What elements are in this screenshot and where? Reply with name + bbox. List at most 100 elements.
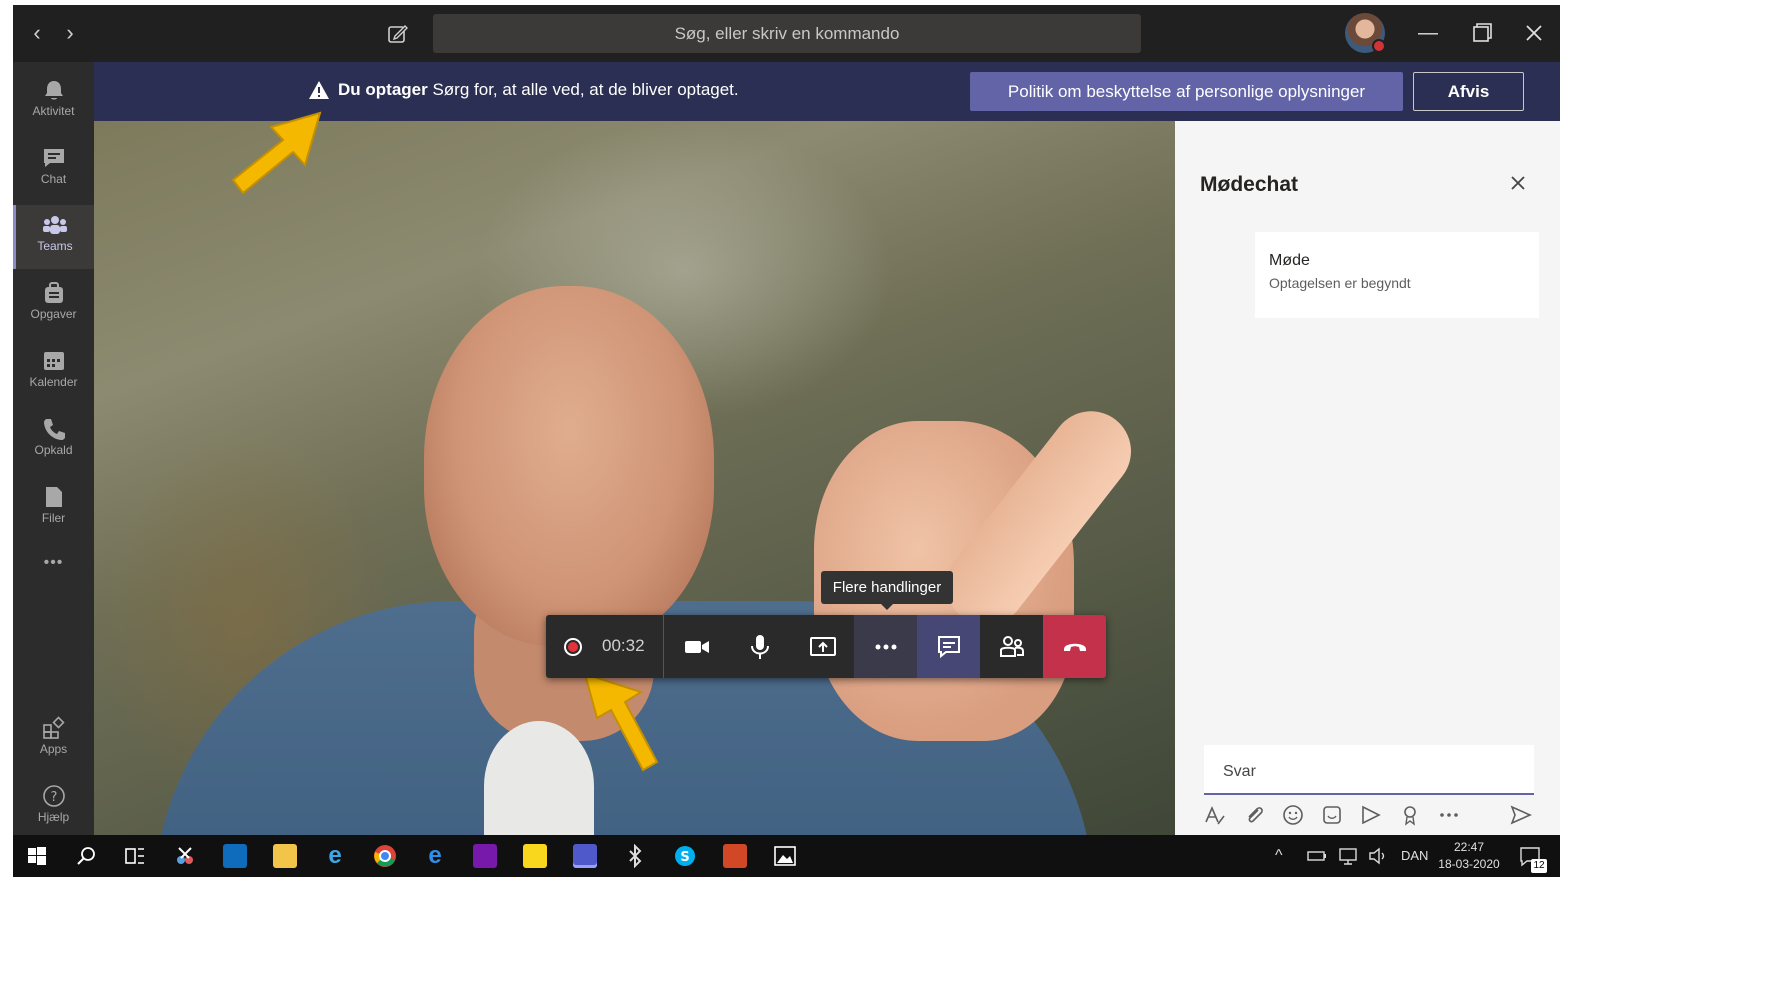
briefcase-icon	[44, 282, 63, 303]
windows-taskbar: e e S ^ DAN 22:47 18-03-2020 12	[13, 835, 1560, 877]
annotation-arrow-icon	[583, 672, 659, 772]
dismiss-button[interactable]: Afvis	[1413, 72, 1524, 111]
meet-now-icon[interactable]	[1360, 804, 1382, 826]
close-window-icon[interactable]	[1516, 17, 1552, 49]
meeting-chat-panel: Mødechat Møde Optagelsen er begyndt Svar	[1175, 121, 1560, 835]
camera-icon	[685, 641, 709, 653]
attach-icon[interactable]	[1243, 804, 1265, 826]
rail-item-apps[interactable]: Apps	[13, 708, 94, 772]
input-language[interactable]: DAN	[1401, 848, 1428, 863]
microphone-button[interactable]	[728, 615, 791, 678]
phone-icon	[43, 419, 65, 440]
more-actions-tooltip: Flere handlinger	[821, 571, 953, 610]
share-screen-button[interactable]	[791, 615, 854, 678]
recording-notice: Du optager Sørg for, at alle ved, at de …	[338, 80, 739, 100]
reply-input[interactable]: Svar	[1204, 745, 1534, 795]
rail-label: Filer	[41, 511, 66, 525]
rail-label: Opgaver	[30, 307, 77, 321]
rail-item-calls[interactable]: Opkald	[13, 409, 94, 473]
recording-notice-text: Sørg for, at alle ved, at de bliver opta…	[427, 80, 739, 99]
back-button[interactable]: ‹	[25, 21, 49, 45]
svg-text:S: S	[680, 850, 689, 865]
participants-button[interactable]	[980, 615, 1043, 678]
file-icon	[45, 487, 62, 507]
title-bar: ‹ › Søg, eller skriv en kommando —	[13, 5, 1560, 62]
rail-label: Teams	[37, 239, 73, 253]
task-view-icon[interactable]	[123, 844, 147, 868]
format-icon[interactable]	[1204, 804, 1226, 826]
search-input[interactable]: Søg, eller skriv en kommando	[433, 14, 1141, 53]
photos-icon[interactable]	[773, 844, 797, 868]
teams-window: ‹ › Søg, eller skriv en kommando — Aktiv…	[13, 5, 1560, 877]
apps-icon	[42, 716, 65, 739]
clock-time: 22:47	[1453, 840, 1485, 854]
more-actions-button[interactable]	[854, 615, 917, 678]
rail-item-calendar[interactable]: Kalender	[13, 341, 94, 405]
chevron-up-icon[interactable]: ^	[1275, 844, 1299, 868]
forward-button[interactable]: ›	[58, 21, 82, 45]
rail-item-chat[interactable]: Chat	[13, 138, 94, 202]
recording-indicator: 00:32	[546, 615, 664, 678]
send-icon[interactable]	[1510, 804, 1532, 826]
camera-button[interactable]	[665, 615, 728, 678]
svg-text:?: ?	[50, 790, 57, 805]
more-apps-icon[interactable]: •••	[13, 554, 94, 584]
rail-item-activity[interactable]: Aktivitet	[13, 70, 94, 134]
help-icon: ?	[42, 785, 65, 807]
rail-label: Hjælp	[37, 810, 70, 824]
presence-status-icon	[1372, 39, 1386, 53]
record-icon	[564, 638, 582, 656]
skype-icon[interactable]: S	[673, 844, 697, 868]
call-controls: 00:32	[546, 615, 1106, 678]
search-icon[interactable]	[75, 844, 99, 868]
volume-icon[interactable]	[1367, 844, 1391, 868]
rail-item-tasks[interactable]: Opgaver	[13, 273, 94, 337]
hang-up-icon	[1064, 643, 1086, 651]
clock[interactable]: 22:47 18-03-2020	[1437, 839, 1501, 873]
rail-label: Opkald	[34, 443, 73, 457]
teams-icon	[43, 216, 67, 234]
compose-icon[interactable]	[387, 23, 409, 45]
participants-icon	[1000, 636, 1024, 657]
sticker-icon[interactable]	[1321, 804, 1343, 826]
edge-icon[interactable]: e	[423, 844, 447, 868]
rail-item-help[interactable]: ? Hjælp	[13, 776, 94, 840]
rail-item-teams[interactable]: Teams	[13, 205, 94, 269]
chat-panel-title: Mødechat	[1200, 173, 1299, 196]
rail-label: Chat	[40, 172, 67, 186]
windows-start-icon[interactable]	[25, 844, 49, 868]
bluetooth-app-icon[interactable]	[623, 844, 647, 868]
recording-timer: 00:32	[602, 636, 645, 655]
bell-icon	[44, 81, 63, 100]
onenote-icon[interactable]	[473, 844, 497, 868]
rail-item-files[interactable]: Filer	[13, 477, 94, 541]
privacy-policy-button[interactable]: Politik om beskyttelse af personlige opl…	[970, 72, 1403, 111]
network-icon[interactable]	[1336, 844, 1360, 868]
snipping-tool-icon[interactable]	[173, 844, 197, 868]
microphone-icon	[751, 635, 769, 659]
notification-badge: 12	[1531, 859, 1547, 873]
annotation-arrow-icon	[231, 111, 322, 195]
share-screen-icon	[810, 637, 836, 656]
hang-up-button[interactable]	[1043, 615, 1106, 678]
outlook-icon[interactable]	[223, 844, 247, 868]
internet-explorer-icon[interactable]: e	[323, 844, 347, 868]
emoji-icon[interactable]	[1282, 804, 1304, 826]
minimize-icon[interactable]: —	[1408, 17, 1448, 49]
teams-taskbar-icon[interactable]	[573, 844, 597, 868]
show-chat-button[interactable]	[917, 615, 980, 678]
sticky-notes-icon[interactable]	[523, 844, 547, 868]
close-icon[interactable]	[1509, 174, 1527, 192]
praise-icon[interactable]	[1399, 804, 1421, 826]
chat-icon	[43, 149, 64, 167]
chat-message-title: Møde	[1269, 252, 1310, 269]
more-options-icon[interactable]	[1438, 804, 1460, 826]
chrome-icon[interactable]	[373, 844, 397, 868]
app-rail: Aktivitet Chat Teams Opgaver Kalender Op…	[13, 62, 94, 835]
battery-icon[interactable]	[1305, 844, 1329, 868]
powerpoint-icon[interactable]	[723, 844, 747, 868]
chat-message-card: Møde Optagelsen er begyndt	[1255, 232, 1539, 318]
restore-icon[interactable]	[1463, 17, 1499, 49]
file-explorer-icon[interactable]	[273, 844, 297, 868]
chat-message-subtitle: Optagelsen er begyndt	[1269, 275, 1411, 291]
